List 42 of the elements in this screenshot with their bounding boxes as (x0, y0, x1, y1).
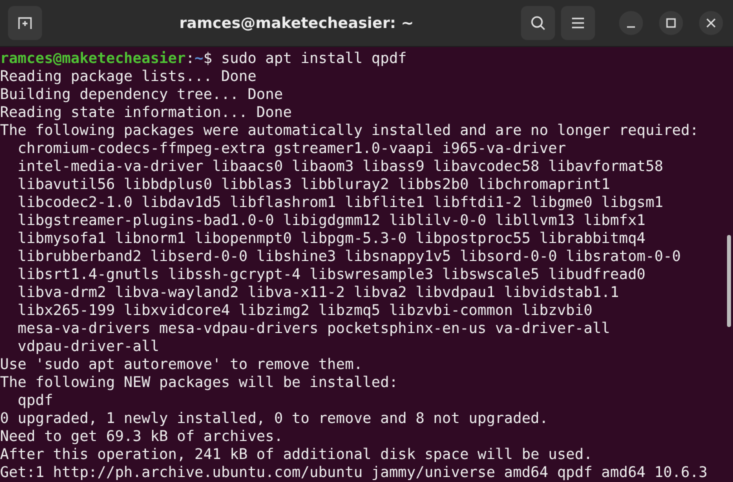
output-line: After this operation, 241 kB of additional disk space will be used. (0, 446, 592, 463)
output-line: intel-media-va-driver libaacs0 libaom3 libass9 libavcodec58 libavformat58 (16, 158, 664, 175)
output-line: libx265-199 libxvidcore4 libzimg2 libzmq5 libzvbi-common libzvbi0 (16, 302, 592, 319)
maximize-button[interactable] (659, 11, 683, 35)
output-line: 0 upgraded, 1 newly installed, 0 to remove and 8 not upgraded. (0, 410, 548, 427)
output-line: The following packages were automatically installed and are no longer required: (0, 122, 699, 139)
output-line: chromium-codecs-ffmpeg-extra gstreamer1.0-vaapi i965-va-driver (16, 140, 566, 157)
close-icon (706, 18, 716, 28)
minimize-icon (626, 26, 636, 28)
output-line: The following NEW packages will be installed: (0, 374, 398, 391)
output-line: mesa-va-drivers mesa-vdpau-drivers pocketsphinx-en-us va-driver-all (16, 320, 610, 337)
output-line: libgstreamer-plugins-bad1.0-0 libigdgmm12 liblilv-0-0 libllvm13 libmfx1 (16, 212, 646, 229)
output-line: qpdf (16, 392, 54, 409)
minimize-button[interactable] (619, 11, 643, 35)
output-line: vdpau-driver-all (16, 338, 160, 355)
output-line: Need to get 69.3 kB of archives. (0, 428, 283, 445)
search-icon (530, 15, 546, 31)
scrollbar-thumb[interactable] (727, 235, 731, 327)
prompt-symbol: $ (203, 50, 212, 67)
output-line: Get:1 http://ph.archive.ubuntu.com/ubuntu jammy/universe amd64 qpdf amd64 10.6.3 (0, 464, 708, 481)
output-line: Reading package lists... Done (0, 68, 256, 85)
output-line: Use 'sudo apt autoremove' to remove them. (0, 356, 363, 373)
output-line: Building dependency tree... Done (0, 86, 283, 103)
menu-icon (571, 17, 585, 29)
output-line: libcodec2-1.0 libdav1d5 libflashrom1 libflite1 libftdi1-2 libgme0 libgsm1 (16, 194, 664, 211)
maximize-icon (666, 18, 676, 28)
command-text: sudo apt install qpdf (220, 50, 407, 67)
prompt-user-host: ramces@maketecheasier (0, 50, 186, 67)
output-line: libsrt1.4-gnutls libssh-gcrypt-4 libswresample3 libswscale5 libudfread0 (16, 266, 646, 283)
new-tab-icon (17, 15, 33, 31)
search-button[interactable] (521, 6, 555, 40)
window-title: ramces@maketecheasier: ~ (178, 14, 415, 32)
menu-button[interactable] (561, 6, 595, 40)
output-line: librubberband2 libserd-0-0 libshine3 libsnappy1v5 libsord-0-0 libsratom-0-0 (16, 248, 681, 265)
close-button[interactable] (699, 11, 723, 35)
prompt-path: ~ (194, 50, 204, 67)
output-line: libmysofa1 libnorm1 libopenmpt0 libpgm-5.3-0 libpostproc55 librabbitmq4 (16, 230, 646, 247)
prompt-separator: : (186, 50, 195, 67)
output-line: libva-drm2 libva-wayland2 libva-x11-2 libva2 libvdpau1 libvidstab1.1 (16, 284, 619, 301)
output-line: libavutil56 libbdplus0 libblas3 libbluray2 libbs2b0 libchromaprint1 (16, 176, 610, 193)
output-line: Reading state information... Done (0, 104, 292, 121)
new-tab-button[interactable] (8, 6, 42, 40)
